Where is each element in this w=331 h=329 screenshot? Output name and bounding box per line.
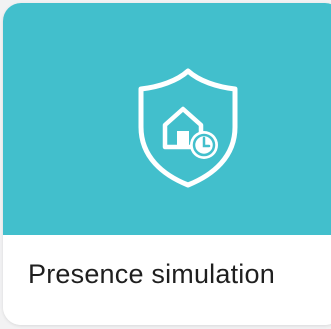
card-title: Presence simulation — [28, 259, 275, 289]
shield-house-clock-icon — [138, 68, 238, 188]
